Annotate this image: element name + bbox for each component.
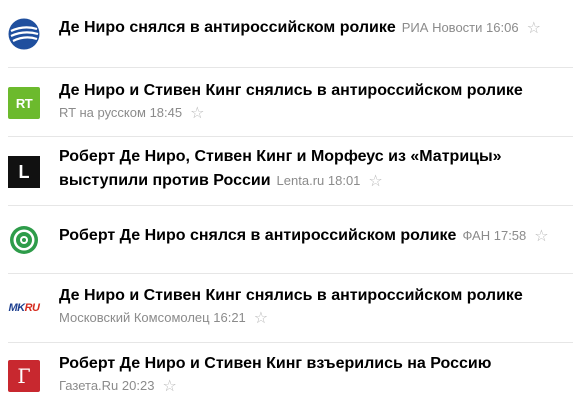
news-list: Де Ниро снялся в антироссийском ролике РИ… [0, 0, 573, 404]
news-headline[interactable]: Роберт Де Ниро, Стивен Кинг и Морфеус из… [59, 145, 565, 193]
news-time: 18:01 [327, 173, 361, 188]
news-source[interactable]: Московский Комсомолец [59, 310, 210, 325]
news-source[interactable]: ФАН [462, 228, 490, 243]
news-meta: RT на русском 18:45 ☆ [59, 103, 565, 124]
news-headline[interactable]: Роберт Де Ниро снялся в антироссийском р… [59, 224, 565, 248]
news-source[interactable]: RT на русском [59, 105, 146, 120]
star-icon[interactable]: ☆ [190, 104, 204, 124]
news-headline[interactable]: Де Ниро и Стивен Кинг снялись в антиросс… [59, 79, 565, 103]
news-time: 18:45 [149, 105, 183, 120]
news-meta: Lenta.ru 18:01 ☆ [277, 173, 383, 190]
star-icon[interactable]: ☆ [527, 19, 541, 39]
divider [8, 67, 573, 68]
news-time: 17:58 [493, 228, 527, 243]
news-source[interactable]: Lenta.ru [277, 173, 325, 188]
news-time: 16:21 [213, 310, 246, 325]
gazeta-logo-icon[interactable]: Г [8, 360, 40, 392]
news-headline[interactable]: Де Ниро и Стивен Кинг снялись в антиросс… [59, 284, 565, 308]
rt-logo-icon[interactable]: RT [8, 87, 40, 119]
news-time: 20:23 [121, 378, 155, 393]
star-icon[interactable]: ☆ [162, 377, 176, 397]
star-icon[interactable]: ☆ [534, 227, 548, 247]
divider [8, 205, 573, 206]
news-source[interactable]: РИА Новости [402, 20, 483, 35]
news-meta: Московский Комсомолец 16:21 ☆ [59, 308, 565, 329]
news-meta: РИА Новости 16:06 ☆ [402, 20, 541, 37]
news-source[interactable]: Газета.Ru [59, 378, 118, 393]
news-headline[interactable]: Де Ниро снялся в антироссийском ролике РИ… [59, 16, 565, 40]
lenta-logo-icon[interactable]: L [8, 156, 40, 188]
news-meta: Газета.Ru 20:23 ☆ [59, 376, 565, 397]
mk-logo-icon[interactable]: MK RU [8, 292, 40, 324]
fan-logo-icon[interactable] [8, 224, 40, 256]
divider [8, 273, 573, 274]
divider [8, 136, 573, 137]
ria-novosti-logo-icon[interactable] [8, 18, 40, 50]
divider [8, 342, 573, 343]
news-time: 16:06 [486, 20, 519, 35]
star-icon[interactable]: ☆ [254, 309, 268, 329]
news-meta: ФАН 17:58 ☆ [462, 228, 548, 245]
news-headline[interactable]: Роберт Де Ниро и Стивен Кинг взъерились … [59, 352, 565, 376]
star-icon[interactable]: ☆ [368, 172, 382, 192]
